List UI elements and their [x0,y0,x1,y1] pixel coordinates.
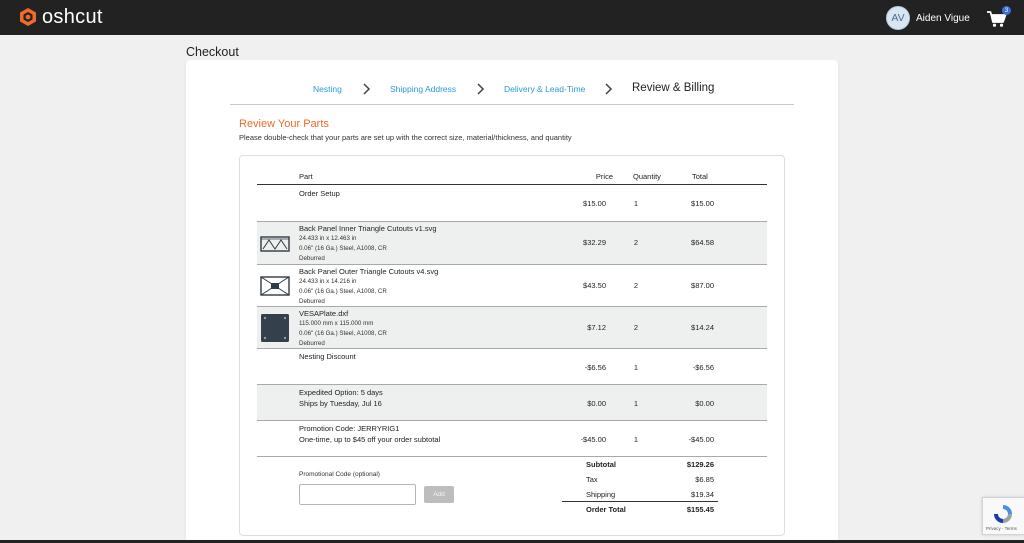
oshcut-logo-icon [20,8,36,26]
row-quantity: 1 [633,199,639,208]
shipping-label: Shipping [586,490,616,499]
step-review-billing: Review & Billing [632,82,715,94]
table-row: Back Panel Outer Triangle Cutouts v4.svg… [257,265,767,307]
order-total-value: $155.45 [686,505,714,514]
row-part-dimensions: 24.433 in x 14.216 in [299,278,357,285]
table-row: Order Setup $15.00 1 $15.00 [257,185,767,222]
row-part-material: 0.06" (16 Ga.) Steel, A1008, CR [299,330,387,337]
review-parts-heading: Review Your Parts [239,118,329,130]
row-part-finish: Deburred [299,298,325,305]
table-row: Nesting Discount -$6.56 1 -$6.56 [257,349,767,385]
column-header-part: Part [299,172,313,181]
row-part-material: 0.06" (16 Ga.) Steel, A1008, CR [299,288,387,295]
column-header-price: Price [595,172,613,181]
promo-code-label: Promotional Code (optional) [299,471,380,478]
table-row: Expedited Option: 5 days Ships by Tuesda… [257,385,767,421]
row-part-name: Order Setup [299,189,340,198]
avatar[interactable]: AV [886,6,910,30]
row-price: $32.29 [583,238,606,247]
row-quantity: 2 [633,281,639,290]
row-quantity: 2 [633,323,639,332]
row-part-name[interactable]: VESAPlate.dxf [299,309,348,318]
step-nesting[interactable]: Nesting [313,84,342,94]
order-total-label: Order Total [586,505,626,514]
cart-count-badge: 3 [1002,6,1011,15]
row-part-name[interactable]: Back Panel Inner Triangle Cutouts v1.svg [299,224,437,233]
row-part-dimensions: 24.433 in x 12.463 in [299,235,357,242]
table-row: Promotion Code: JERRYRIG1 One-time, up t… [257,421,767,457]
row-quantity: 2 [633,238,639,247]
recaptcha-icon [994,505,1012,523]
row-promo-description: One-time, up to $45 off your order subto… [299,435,441,444]
row-total: $0.00 [695,399,714,408]
top-navigation-bar: oshcut AV Aiden Vigue 3 [0,0,1024,35]
user-menu[interactable]: AV Aiden Vigue [886,5,970,31]
stepper-divider [230,104,794,105]
add-promo-button[interactable]: Add [424,486,454,503]
table-row: Back Panel Inner Triangle Cutouts v1.svg… [257,222,767,265]
vesa-plate-thumbnail-icon[interactable] [260,313,290,343]
row-total: -$45.00 [688,435,714,444]
column-header-quantity: Quantity [633,172,661,181]
recaptcha-links[interactable]: Privacy - Terms [986,526,1017,531]
outer-triangle-part-thumbnail-icon[interactable] [260,271,290,301]
column-header-total: Total [692,172,708,181]
chevron-right-icon [363,83,371,95]
summary-divider [562,501,718,502]
row-quantity: 1 [633,399,639,408]
row-price: -$6.56 [584,363,606,372]
subtotal-label: Subtotal [586,460,616,469]
row-part-finish: Deburred [299,255,325,262]
row-total: $87.00 [691,281,714,290]
row-part-name[interactable]: Back Panel Outer Triangle Cutouts v4.svg [299,267,438,276]
row-part-name: Promotion Code: JERRYRIG1 [299,424,400,433]
table-row: VESAPlate.dxf 115.000 mm x 115.000 mm 0.… [257,307,767,349]
row-total: $14.24 [691,323,714,332]
row-price: $15.00 [583,199,606,208]
chevron-right-icon [605,83,613,95]
order-review-table: Part Price Quantity Total Order Setup $1… [239,155,785,536]
subtotal-value: $129.26 [686,460,714,469]
checkout-card: Nesting Shipping Address Delivery & Lead… [186,60,838,543]
page-title: Checkout [186,45,239,59]
step-delivery-lead-time[interactable]: Delivery & Lead-Time [504,84,585,94]
chevron-right-icon [477,83,485,95]
row-part-name: Expedited Option: 5 days [299,388,383,397]
row-price: $43.50 [583,281,606,290]
row-quantity: 1 [633,363,639,372]
brand-logo[interactable]: oshcut [18,6,103,28]
row-total: $15.00 [691,199,714,208]
row-ship-date: Ships by Tuesday, Jul 16 [299,399,382,408]
review-parts-subtitle: Please double-check that your parts are … [239,133,572,142]
tax-value: $6.85 [695,475,714,484]
shipping-value: $19.34 [691,490,714,499]
user-name[interactable]: Aiden Vigue [916,13,970,24]
row-total: $64.58 [691,238,714,247]
row-part-dimensions: 115.000 mm x 115.000 mm [299,320,374,327]
step-shipping-address[interactable]: Shipping Address [390,84,456,94]
row-total: -$6.56 [692,363,714,372]
recaptcha-badge[interactable]: Privacy - Terms [982,497,1024,535]
tax-label: Tax [586,475,598,484]
row-part-finish: Deburred [299,340,325,347]
row-quantity: 1 [633,435,639,444]
row-part-material: 0.06" (16 Ga.) Steel, A1008, CR [299,245,387,252]
row-price: -$45.00 [580,435,606,444]
promo-code-input[interactable] [299,484,416,505]
row-price: $0.00 [587,399,606,408]
row-part-name: Nesting Discount [299,352,356,361]
row-price: $7.12 [587,323,606,332]
inner-triangle-part-thumbnail-icon[interactable] [260,229,290,259]
brand-name: oshcut [42,5,103,28]
checkout-stepper: Nesting Shipping Address Delivery & Lead… [186,60,838,120]
